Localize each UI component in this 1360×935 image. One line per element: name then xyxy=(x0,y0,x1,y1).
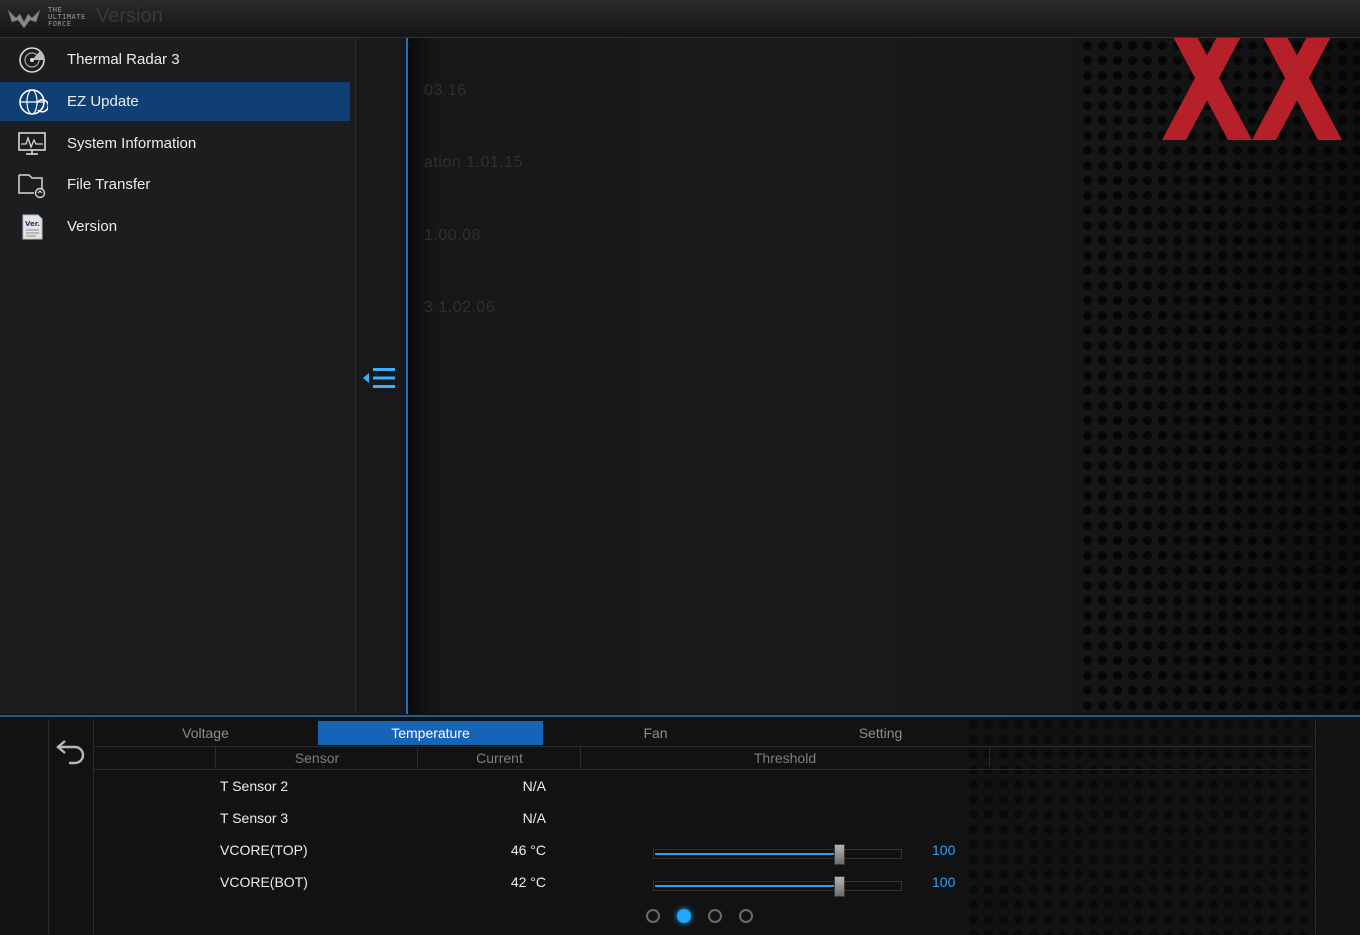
sensor-tabs: Voltage Temperature Fan Setting xyxy=(93,721,1313,747)
threshold-slider[interactable] xyxy=(653,844,902,865)
logo-text: THE ULTIMATE FORCE xyxy=(48,6,86,28)
page-indicator xyxy=(646,909,776,929)
sidebar-item-file-transfer[interactable]: File Transfer xyxy=(0,165,350,204)
page-dot[interactable] xyxy=(739,909,753,923)
ghost-text-line: 3 1.02.06 xyxy=(424,299,496,316)
collapse-menu-icon[interactable] xyxy=(361,362,401,394)
watermark-logo-icon xyxy=(1162,38,1342,140)
ghost-text-line: 03.16 xyxy=(424,82,467,99)
tab-voltage[interactable]: Voltage xyxy=(93,721,318,745)
sensor-name: T Sensor 3 xyxy=(220,810,289,826)
main-content-area: 03.16 ation 1.01.15 1.00.08 3 1.02.06 xyxy=(408,38,1360,714)
sidebar-item-label: Version xyxy=(67,218,118,235)
slider-thumb[interactable] xyxy=(834,844,845,865)
slider-fill xyxy=(655,853,840,855)
sensor-current: 46 °C xyxy=(510,842,546,858)
sidebar-item-label: EZ Update xyxy=(67,93,139,110)
column-header-current: Current xyxy=(417,747,581,769)
table-row: VCORE(BOT) 42 °C 100 xyxy=(0,869,1360,899)
threshold-value: 100 xyxy=(932,874,956,890)
sidebar-item-label: System Information xyxy=(67,135,197,152)
sidebar-item-version[interactable]: Ver. Version xyxy=(0,207,350,246)
slider-thumb[interactable] xyxy=(834,876,845,897)
sidebar-item-label: File Transfer xyxy=(67,176,151,193)
table-row: T Sensor 2 N/A xyxy=(0,773,1360,803)
sidebar-collapse-strip xyxy=(356,38,408,714)
thermal-radar-icon xyxy=(19,47,45,73)
sensor-table-header: Sensor Current Threshold xyxy=(93,747,1313,770)
threshold-slider[interactable] xyxy=(653,876,902,897)
sensor-current: 42 °C xyxy=(510,874,546,890)
title-bar: THE ULTIMATE FORCE Version xyxy=(0,0,1360,38)
tab-temperature[interactable]: Temperature xyxy=(318,721,543,745)
table-row: VCORE(TOP) 46 °C 100 xyxy=(0,837,1360,867)
ghost-text-line: 1.00.08 xyxy=(424,227,481,244)
page-dot[interactable] xyxy=(708,909,722,923)
sidebar-item-label: Thermal Radar 3 xyxy=(67,51,180,68)
thermal-radar-panel: Voltage Temperature Fan Setting Sensor C… xyxy=(0,715,1360,935)
file-transfer-icon xyxy=(18,174,46,199)
globe-update-icon xyxy=(19,89,48,115)
version-document-icon: Ver. xyxy=(22,214,43,240)
monitor-chart-icon xyxy=(18,132,46,155)
tab-setting[interactable]: Setting xyxy=(768,721,993,745)
sensor-name: VCORE(TOP) xyxy=(220,842,308,858)
tab-fan[interactable]: Fan xyxy=(543,721,768,745)
sidebar-item-ez-update[interactable]: EZ Update xyxy=(0,82,350,121)
svg-text:Ver.: Ver. xyxy=(25,220,40,228)
slider-fill xyxy=(655,885,840,887)
page-dot[interactable] xyxy=(646,909,660,923)
column-header-sensor: Sensor xyxy=(215,747,418,769)
tuf-eagle-logo-icon xyxy=(7,9,41,29)
ghost-text-line: ation 1.01.15 xyxy=(424,154,524,171)
column-header-threshold: Threshold xyxy=(580,747,990,769)
table-row: T Sensor 3 N/A xyxy=(0,805,1360,835)
back-arrow-icon[interactable] xyxy=(55,735,87,765)
window-title: Version xyxy=(96,5,163,27)
sidebar-item-thermal-radar[interactable]: Thermal Radar 3 xyxy=(0,40,350,79)
sidebar: Thermal Radar 3 EZ Update System Informa… xyxy=(0,38,356,714)
page-dot[interactable] xyxy=(677,909,691,923)
sensor-current: N/A xyxy=(522,778,546,794)
sensor-current: N/A xyxy=(522,810,546,826)
sidebar-item-system-information[interactable]: System Information xyxy=(0,124,350,163)
sensor-name: VCORE(BOT) xyxy=(220,874,308,890)
threshold-value: 100 xyxy=(932,842,956,858)
sensor-name: T Sensor 2 xyxy=(220,778,289,794)
